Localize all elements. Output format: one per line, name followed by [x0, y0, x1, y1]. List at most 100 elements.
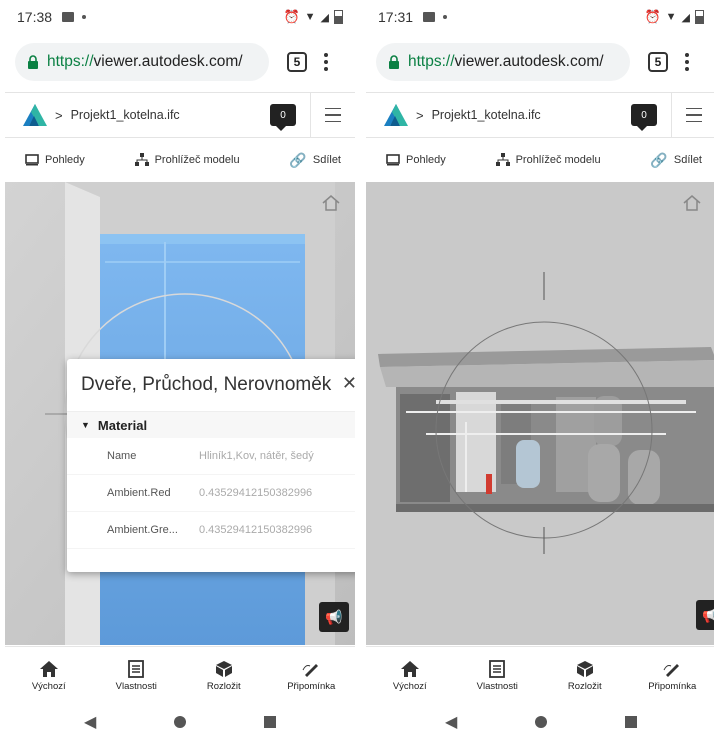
image-notification-icon: [62, 12, 75, 22]
nav-comment-button[interactable]: Připomínka: [637, 660, 707, 692]
tree-icon: [134, 153, 149, 166]
viewer-toolbar: Pohledy Prohlížeč modelu 🔗 Sdílet: [366, 140, 714, 180]
nav-properties-label: Vlastnosti: [115, 681, 157, 692]
megaphone-icon: 📢: [702, 606, 714, 623]
share-button[interactable]: 🔗 Sdílet: [650, 152, 702, 169]
home-icon: [39, 661, 58, 677]
close-icon[interactable]: ✕: [342, 373, 355, 394]
properties-panel-title: Dveře, Průchod, Nerovnoměk: [67, 359, 355, 412]
caret-down-icon: ▼: [81, 420, 90, 430]
home-view-icon[interactable]: [682, 194, 702, 212]
nav-properties-button[interactable]: Vlastnosti: [462, 660, 532, 692]
hamburger-menu-icon[interactable]: [310, 93, 355, 137]
home-circle-icon[interactable]: [535, 715, 548, 728]
breadcrumb-file[interactable]: Projekt1_kotelna.ifc: [432, 108, 541, 122]
notification-dot-icon: [82, 15, 87, 19]
autodesk-logo-icon[interactable]: [384, 104, 408, 126]
url-scheme: https://: [47, 53, 94, 70]
cube-icon: [576, 661, 593, 677]
views-button[interactable]: Pohledy: [25, 154, 85, 166]
home-circle-icon[interactable]: [174, 715, 187, 728]
autodesk-logo-icon[interactable]: [23, 104, 47, 126]
address-bar[interactable]: https://viewer.autodesk.com/: [15, 43, 269, 81]
pencil-comment-icon: [663, 664, 680, 677]
monitor-icon: [25, 154, 39, 166]
breadcrumb-chevron-icon: >: [55, 107, 63, 123]
back-icon[interactable]: ◀: [84, 712, 96, 732]
section-label: Material: [97, 417, 148, 433]
home-view-icon[interactable]: [321, 194, 341, 212]
nav-comment-label: Připomínka: [648, 681, 697, 692]
nav-explode-label: Rozložit: [206, 681, 241, 692]
app-header: > Projekt1_kotelna.ifc 0: [5, 92, 355, 138]
comments-badge[interactable]: 0: [631, 104, 657, 131]
material-section-header[interactable]: ▼ Material: [67, 412, 355, 438]
back-icon[interactable]: ◀: [445, 712, 457, 732]
properties-list-icon: [128, 660, 145, 678]
share-button[interactable]: 🔗 Sdílet: [289, 152, 341, 169]
status-bar: 17:31 ⏰ ▼ ◢: [366, 0, 714, 34]
link-icon: 🔗: [289, 151, 307, 168]
3d-boiler-room-model: [366, 182, 714, 645]
share-label: Sdílet: [673, 154, 702, 166]
views-label: Pohledy: [45, 154, 85, 166]
url-scheme: https://: [408, 53, 455, 70]
recents-icon[interactable]: [625, 715, 638, 728]
model-browser-button[interactable]: Prohlížeč modelu: [495, 153, 601, 167]
pencil-comment-icon: [302, 664, 319, 677]
views-button[interactable]: Pohledy: [386, 154, 446, 166]
model-browser-label: Prohlížeč modelu: [154, 154, 240, 166]
tab-switcher-button[interactable]: 5: [648, 52, 668, 72]
browser-menu-icon[interactable]: [684, 53, 690, 71]
comments-badge[interactable]: 0: [270, 104, 296, 131]
app-header: > Projekt1_kotelna.ifc 0: [366, 92, 714, 138]
hamburger-menu-icon[interactable]: [671, 93, 714, 137]
monitor-icon: [386, 154, 400, 166]
breadcrumb-file[interactable]: Projekt1_kotelna.ifc: [71, 108, 180, 122]
views-label: Pohledy: [406, 154, 446, 166]
viewer-toolbar: Pohledy Prohlížeč modelu 🔗 Sdílet: [5, 140, 355, 180]
megaphone-icon: 📢: [325, 608, 343, 625]
nav-home-button[interactable]: Výchozí: [14, 660, 84, 692]
feedback-megaphone-button[interactable]: 📢: [696, 600, 714, 630]
properties-panel[interactable]: Dveře, Průchod, Nerovnoměk ✕ ▼ Material …: [67, 359, 355, 572]
browser-toolbar: https://viewer.autodesk.com/ 5: [5, 40, 355, 84]
property-value: 0.43529412150382996: [199, 487, 313, 499]
battery-icon: [695, 10, 704, 24]
tab-switcher-button[interactable]: 5: [287, 52, 307, 72]
bottom-navigation: Výchozí Vlastnosti Rozložit Připomínka: [366, 646, 714, 705]
phone-screen-right: 17:31 ⏰ ▼ ◢ https://viewer.autodesk.com/…: [366, 0, 714, 735]
properties-list-icon: [489, 660, 506, 678]
wifi-icon: ▼: [665, 11, 677, 23]
browser-menu-icon[interactable]: [323, 53, 329, 71]
wifi-icon: ▼: [304, 11, 316, 23]
signal-icon: ◢: [681, 11, 690, 24]
property-row: Name Hliník1,Kov, nátěr, šedý: [67, 438, 355, 475]
property-key: Ambient.Gre...: [107, 524, 178, 536]
cube-icon: [215, 661, 232, 677]
alarm-icon: ⏰: [283, 9, 300, 24]
nav-comment-button[interactable]: Připomínka: [276, 660, 346, 692]
system-navigation: ◀: [5, 708, 355, 735]
alarm-icon: ⏰: [644, 9, 661, 24]
battery-icon: [334, 10, 343, 24]
link-icon: 🔗: [650, 151, 668, 168]
image-notification-icon: [423, 12, 436, 22]
address-bar[interactable]: https://viewer.autodesk.com/: [376, 43, 630, 81]
tree-icon: [495, 153, 510, 166]
nav-explode-button[interactable]: Rozložit: [550, 660, 620, 692]
url-host: viewer.autodesk.com/: [93, 53, 243, 70]
feedback-megaphone-button[interactable]: 📢: [319, 602, 349, 632]
nav-properties-label: Vlastnosti: [476, 681, 518, 692]
model-browser-button[interactable]: Prohlížeč modelu: [134, 153, 240, 167]
status-time: 17:38: [17, 9, 53, 25]
recents-icon[interactable]: [264, 715, 277, 728]
nav-properties-button[interactable]: Vlastnosti: [101, 660, 171, 692]
nav-explode-label: Rozložit: [567, 681, 602, 692]
nav-home-button[interactable]: Výchozí: [375, 660, 445, 692]
nav-explode-button[interactable]: Rozložit: [189, 660, 259, 692]
property-value: 0.43529412150382996: [199, 524, 313, 536]
nav-comment-label: Připomínka: [287, 681, 336, 692]
model-viewport[interactable]: 📢: [366, 182, 714, 645]
signal-icon: ◢: [320, 11, 329, 24]
